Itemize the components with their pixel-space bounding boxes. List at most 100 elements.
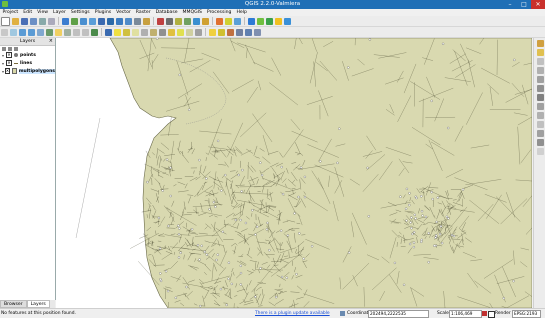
layer-item-points[interactable]: ▾ ✕ points: [0, 51, 55, 59]
edit-pencil-icon[interactable]: [537, 49, 544, 56]
tab-browser[interactable]: Browser: [0, 300, 27, 308]
minimize-icon[interactable]: –: [503, 0, 517, 9]
save-edits-icon[interactable]: [166, 18, 173, 25]
delete-selected-icon[interactable]: [202, 18, 209, 25]
zoom-in-icon[interactable]: [19, 29, 26, 36]
menu-database[interactable]: Database: [153, 9, 180, 16]
reshape-icon[interactable]: [537, 76, 544, 83]
zoom-out-icon[interactable]: [28, 29, 35, 36]
layer-checkbox[interactable]: ✕: [6, 52, 12, 58]
pin-labels-icon[interactable]: [225, 18, 232, 25]
highlight-label-icon[interactable]: [227, 29, 234, 36]
close-icon[interactable]: ✕: [531, 0, 545, 9]
new-print-composer-icon[interactable]: [39, 18, 46, 25]
new-shapefile-icon[interactable]: [143, 18, 150, 25]
menu-layer[interactable]: Layer: [51, 9, 69, 16]
menu-edit[interactable]: Edit: [21, 9, 35, 16]
tab-layers[interactable]: Layers: [27, 300, 50, 308]
identify-icon[interactable]: [105, 29, 112, 36]
show-labels-icon[interactable]: [234, 18, 241, 25]
python-console-icon[interactable]: [248, 18, 255, 25]
menu-plugins[interactable]: Plugins: [92, 9, 113, 16]
map-canvas[interactable]: [56, 38, 532, 308]
label-icon[interactable]: [209, 29, 216, 36]
mmqgis-icon[interactable]: [275, 18, 282, 25]
measure-icon[interactable]: [159, 29, 166, 36]
node-tool-icon[interactable]: [193, 18, 200, 25]
delete-ring-icon[interactable]: [537, 130, 544, 137]
composer-manager-icon[interactable]: [48, 18, 55, 25]
pan-icon[interactable]: [1, 29, 8, 36]
delete-part-icon[interactable]: [537, 139, 544, 146]
collapse-all-icon[interactable]: [8, 47, 12, 51]
add-wms-layer-icon[interactable]: [107, 18, 114, 25]
plugin-update-link[interactable]: There is a plugin update available: [255, 311, 330, 316]
add-vector-layer-icon[interactable]: [62, 18, 69, 25]
stop-render-icon[interactable]: [482, 311, 487, 316]
digitize-icon[interactable]: [537, 40, 544, 47]
coordinate-toggle-icon[interactable]: [340, 311, 345, 316]
menu-help[interactable]: Help: [234, 9, 249, 16]
save-project-icon[interactable]: [21, 18, 28, 25]
refresh-icon[interactable]: [91, 29, 98, 36]
panel-close-icon[interactable]: ×: [49, 38, 53, 44]
select-features-icon[interactable]: [114, 29, 121, 36]
add-postgis-layer-icon[interactable]: [80, 18, 87, 25]
menu-vector[interactable]: Vector: [114, 9, 134, 16]
new-project-icon[interactable]: [1, 17, 10, 26]
menu-project[interactable]: Project: [0, 9, 21, 16]
layer-labeling-icon[interactable]: [218, 29, 225, 36]
layer-checkbox[interactable]: ✕: [6, 60, 12, 66]
menu-raster[interactable]: Raster: [133, 9, 153, 16]
processing-toolbox-icon[interactable]: [284, 18, 291, 25]
zoom-to-selection-icon[interactable]: [55, 29, 62, 36]
rotate-label-icon[interactable]: [245, 29, 252, 36]
maximize-icon[interactable]: □: [517, 0, 531, 9]
map-tips-icon[interactable]: [168, 29, 175, 36]
layer-checkbox[interactable]: ✕: [5, 68, 10, 74]
zoom-next-icon[interactable]: [82, 29, 89, 36]
georeferencer-icon[interactable]: [266, 18, 273, 25]
add-wcs-layer-icon[interactable]: [116, 18, 123, 25]
zoom-native-icon[interactable]: [37, 29, 44, 36]
move-feature-icon[interactable]: [184, 18, 191, 25]
add-raster-layer-icon[interactable]: [71, 18, 78, 25]
menu-view[interactable]: View: [35, 9, 51, 16]
zoom-last-icon[interactable]: [73, 29, 80, 36]
attribute-table-icon[interactable]: [141, 29, 148, 36]
add-delimited-text-icon[interactable]: [134, 18, 141, 25]
expand-all-icon[interactable]: [2, 47, 6, 51]
simplify-icon[interactable]: [537, 94, 544, 101]
split-icon[interactable]: [537, 58, 544, 65]
change-label-icon[interactable]: [254, 29, 261, 36]
open-project-icon[interactable]: [12, 18, 19, 25]
layer-item-multipolygons[interactable]: ▾ ✕ multipolygons: [0, 67, 55, 75]
move-label-icon[interactable]: [236, 29, 243, 36]
menu-mmqgis[interactable]: MMQGIS: [180, 9, 204, 16]
text-annotation-icon[interactable]: [195, 29, 202, 36]
rotate-point-symbols-icon[interactable]: [537, 148, 544, 155]
menu-processing[interactable]: Processing: [204, 9, 234, 16]
add-part-icon[interactable]: [537, 112, 544, 119]
merge-icon[interactable]: [537, 67, 544, 74]
menu-settings[interactable]: Settings: [68, 9, 92, 16]
offset-curve-icon[interactable]: [537, 85, 544, 92]
field-calculator-icon[interactable]: [150, 29, 157, 36]
add-mssql-layer-icon[interactable]: [98, 18, 105, 25]
select-by-expression-icon[interactable]: [123, 29, 130, 36]
zoom-to-layer-icon[interactable]: [64, 29, 71, 36]
add-feature-icon[interactable]: [175, 18, 182, 25]
fill-ring-icon[interactable]: [537, 121, 544, 128]
pan-to-selection-icon[interactable]: [10, 29, 17, 36]
layer-item-lines[interactable]: ▾ ✕ lines: [0, 59, 55, 67]
toggle-editing-icon[interactable]: [157, 18, 164, 25]
add-spatialite-layer-icon[interactable]: [89, 18, 96, 25]
show-bookmarks-icon[interactable]: [186, 29, 193, 36]
add-ring-icon[interactable]: [537, 103, 544, 110]
plugin-manager-icon[interactable]: [257, 18, 264, 25]
add-wfs-layer-icon[interactable]: [125, 18, 132, 25]
render-checkbox[interactable]: [488, 311, 495, 318]
save-as-icon[interactable]: [30, 18, 37, 25]
filter-legend-icon[interactable]: [14, 47, 18, 51]
deselect-icon[interactable]: [132, 29, 139, 36]
